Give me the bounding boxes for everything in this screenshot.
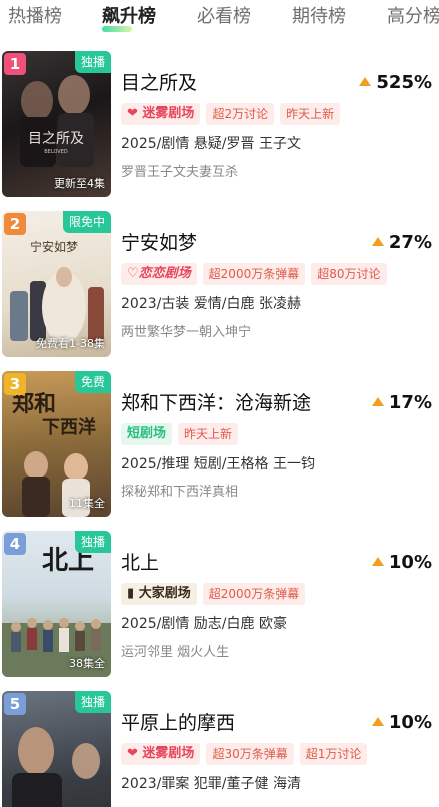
rank-badge: 4	[4, 533, 26, 555]
show-title[interactable]: 平原上的摩西	[121, 711, 235, 735]
poster-image[interactable]: 目之所及 BELOVED 1 独播 更新至4集	[2, 51, 111, 197]
trend-percent: 17%	[371, 391, 432, 415]
rank-badge: 1	[4, 53, 26, 75]
list-item[interactable]: 平原上的摩西 5 独播 平原上的摩西 10% ❤ 迷雾剧场超30万条弹幕超1万讨…	[0, 690, 439, 807]
mist-theater-logo: ❤ 迷雾剧场	[121, 743, 201, 765]
episode-count: 更新至4集	[54, 177, 105, 190]
danmaku-tag: 超2000万条弹幕	[202, 583, 306, 605]
episode-count: 免费看1-38集	[36, 337, 105, 350]
list-item[interactable]: 目之所及 BELOVED 1 独播 更新至4集 目之所及 525% ❤ 迷雾剧场…	[0, 50, 439, 200]
tab-rising[interactable]: 飙升榜	[102, 6, 156, 28]
show-title[interactable]: 目之所及	[121, 71, 197, 95]
tab-hot[interactable]: 热播榜	[8, 6, 62, 28]
new-release-tag: 昨天上新	[178, 423, 239, 445]
trend-up-icon	[371, 397, 384, 406]
list-item[interactable]: 郑和 下西洋 3 免费 11集全 郑和下西洋：沧海新途 17% 短剧场 昨天上新 …	[0, 370, 439, 520]
poster-image[interactable]: 平原上的摩西 5 独播	[2, 691, 111, 807]
short-theater-logo: 短剧场	[121, 423, 173, 445]
active-tab-indicator	[102, 26, 132, 32]
episode-count: 11集全	[69, 497, 105, 510]
tab-must-watch[interactable]: 必看榜	[197, 6, 251, 28]
exclusive-badge: 独播	[74, 691, 111, 713]
show-meta: 2023/罪案 犯罪/董子健 海清	[121, 776, 301, 792]
trend-up-icon	[371, 237, 384, 246]
tag-row: ❤ 迷雾剧场 超2万讨论 昨天上新	[121, 103, 346, 125]
trend-up-icon	[371, 557, 384, 566]
tab-anticipated[interactable]: 期待榜	[292, 6, 346, 28]
svg-text:下西洋: 下西洋	[42, 416, 96, 438]
mist-theater-logo: ❤ 迷雾剧场	[121, 103, 201, 125]
tag-row: 短剧场 昨天上新	[121, 423, 244, 445]
exclusive-badge: 独播	[74, 531, 111, 553]
show-description: 两世繁华梦一朝入坤宁	[121, 325, 252, 340]
rank-badge: 5	[4, 693, 26, 715]
rank-badge: 2	[4, 213, 26, 235]
show-meta: 2025/推理 短剧/王格格 王一钧	[121, 456, 315, 472]
rank-badge: 3	[4, 373, 26, 395]
tag-row: ❤ 迷雾剧场 超30万条弹幕 超1万讨论	[121, 743, 373, 765]
poster-title-text: 目之所及	[28, 131, 84, 147]
show-meta: 2025/剧情 励志/白鹿 欧豪	[121, 616, 287, 632]
show-meta: 2023/古装 爱情/白鹿 张凌赫	[121, 296, 301, 312]
new-release-tag: 昨天上新	[280, 103, 341, 125]
list-item[interactable]: 北上 4 独播 38集全 北上 10% ▮ 大家剧场 超2000万条弹幕 2025…	[0, 530, 439, 680]
discussion-tag: 超80万讨论	[311, 263, 387, 285]
show-title[interactable]: 宁安如梦	[121, 231, 197, 255]
danmaku-tag: 超2000万条弹幕	[202, 263, 306, 285]
romance-theater-logo: ♡恋恋剧场	[121, 263, 197, 285]
free-limited-badge: 限免中	[62, 211, 111, 233]
poster-subtitle-text: BELOVED	[44, 149, 68, 155]
show-description: 探秘郑和下西洋真相	[121, 485, 239, 500]
ranking-tabs: 热播榜 飙升榜 必看榜 期待榜 高分榜	[0, 0, 439, 36]
tag-row: ▮ 大家剧场 超2000万条弹幕	[121, 583, 311, 605]
show-title[interactable]: 北上	[121, 551, 159, 575]
dajia-theater-logo: ▮ 大家剧场	[121, 583, 197, 605]
danmaku-tag: 超30万条弹幕	[206, 743, 294, 765]
tab-high-score[interactable]: 高分榜	[387, 6, 439, 28]
exclusive-badge: 独播	[74, 51, 111, 73]
show-description: 运河邻里 烟火人生	[121, 645, 230, 660]
list-item[interactable]: 宁安如梦 2 限免中 免费看1-38集 宁安如梦 27% ♡恋恋剧场 超2000万…	[0, 210, 439, 360]
trend-up-icon	[359, 77, 372, 86]
show-title[interactable]: 郑和下西洋：沧海新途	[121, 391, 311, 415]
poster-image[interactable]: 宁安如梦 2 限免中 免费看1-38集	[2, 211, 111, 357]
free-badge: 免费	[74, 371, 111, 393]
poster-image[interactable]: 郑和 下西洋 3 免费 11集全	[2, 371, 111, 517]
trend-percent: 10%	[371, 711, 432, 735]
show-description: 罗晋王子文夫妻互杀	[121, 165, 239, 180]
poster-title-text: 宁安如梦	[30, 239, 78, 254]
episode-count: 38集全	[69, 657, 105, 670]
discussion-tag: 超2万讨论	[206, 103, 275, 125]
poster-image[interactable]: 北上 4 独播 38集全	[2, 531, 111, 677]
trend-percent: 10%	[371, 551, 432, 575]
show-meta: 2025/剧情 悬疑/罗晋 王子文	[121, 136, 301, 152]
tag-row: ♡恋恋剧场 超2000万条弹幕 超80万讨论	[121, 263, 393, 285]
trend-up-icon	[371, 717, 384, 726]
discussion-tag: 超1万讨论	[299, 743, 368, 765]
trend-percent: 27%	[371, 231, 432, 255]
trend-percent: 525%	[359, 71, 432, 95]
